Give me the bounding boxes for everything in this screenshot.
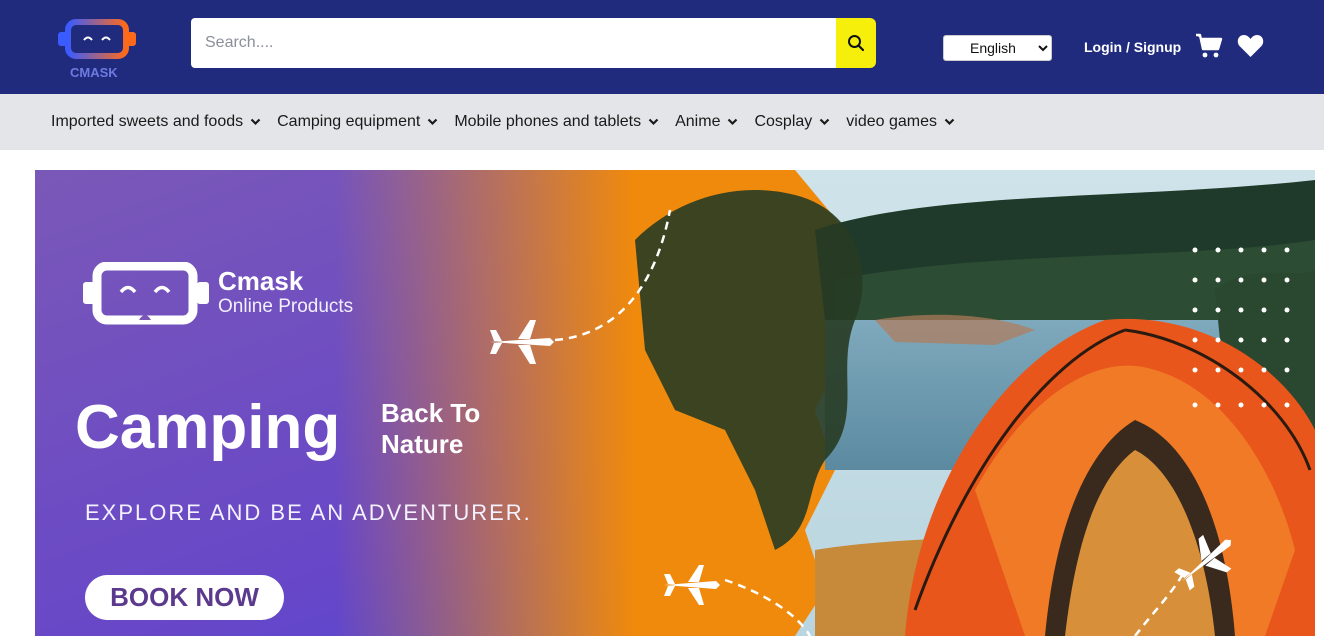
category-label: Camping equipment [277,113,421,130]
headline-side-line-2: Nature [381,429,464,459]
category-imported-sweets[interactable]: Imported sweets and foods [51,113,261,131]
category-label: Mobile phones and tablets [454,113,642,130]
chevron-down-icon [648,118,659,126]
chevron-down-icon [944,118,955,126]
banner-brand-name: Cmask [218,266,304,296]
category-mobile-phones[interactable]: Mobile phones and tablets [454,113,659,131]
vr-mask-icon: CMASK [58,19,136,80]
category-label: Imported sweets and foods [51,113,244,130]
banner-brand-subtitle: Online Products [218,296,354,317]
category-label: Anime [675,113,721,130]
top-header: CMASK English Login / Signup [0,0,1324,94]
search-icon [848,35,865,52]
banner-headline-side: Back To Nature [381,398,521,460]
category-label: Cosplay [754,113,813,130]
chevron-down-icon [820,118,830,126]
category-nav: Imported sweets and foods Camping equipm… [0,94,1324,150]
search-bar [191,18,876,68]
cart-icon [1196,33,1223,58]
headline-side-line-1: Back To [381,398,481,428]
site-logo[interactable]: CMASK [54,14,140,82]
book-now-button[interactable]: BOOK NOW [85,575,284,620]
category-label: video games [846,113,937,130]
chevron-down-icon [428,118,438,126]
wishlist-button[interactable] [1237,34,1264,58]
category-camping-equipment[interactable]: Camping equipment [277,113,438,131]
chevron-down-icon [728,118,738,126]
language-select[interactable]: English [943,35,1052,61]
search-button[interactable] [836,18,876,68]
cart-button[interactable] [1195,33,1223,59]
category-cosplay[interactable]: Cosplay [754,113,830,131]
banner-headline: Camping [75,393,341,462]
hero-banner[interactable]: Cmask Online Products Camping Back To Na… [35,170,1315,636]
banner-tagline: EXPLORE AND BE AN ADVENTURER. [85,500,532,525]
category-anime[interactable]: Anime [675,113,738,131]
logo-text: CMASK [70,65,118,80]
vr-mask-icon [83,262,209,325]
chevron-down-icon [250,118,261,126]
category-video-games[interactable]: video games [846,113,955,131]
login-signup-link[interactable]: Login / Signup [1084,39,1181,55]
heart-icon [1237,35,1264,57]
search-input[interactable] [191,18,837,68]
